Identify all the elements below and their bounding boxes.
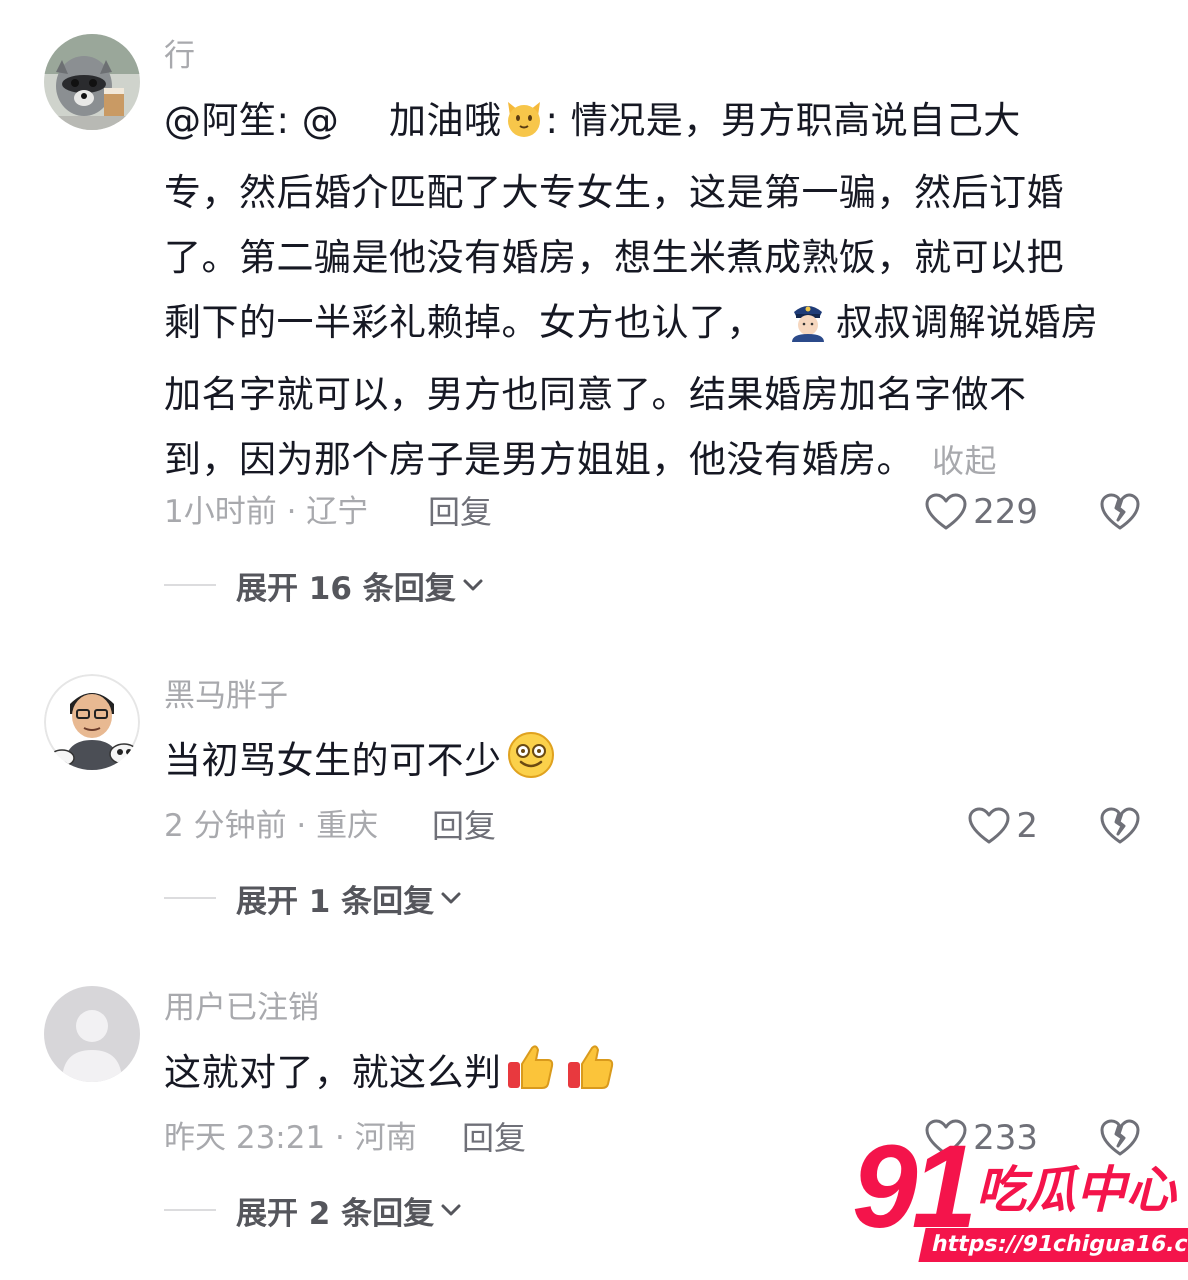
comment-text: 当初骂女生的可不少 (164, 728, 1144, 800)
expand-replies-label: 展开 2 条回复 (236, 1195, 435, 1232)
divider (164, 584, 216, 586)
reply-button[interactable]: 回复 (462, 1118, 526, 1158)
expand-replies-button[interactable]: 展开 1 条回复 (164, 878, 462, 920)
like-count: 229 (973, 492, 1038, 532)
comment-line: 剩下的一半彩礼赖掉。女方也认了， 叔叔调解说婚房 (164, 290, 1144, 362)
like-button[interactable]: 229 (918, 490, 1038, 534)
broken-heart-icon (1100, 807, 1140, 844)
expand-replies-label: 展开 16 条回复 (236, 570, 456, 607)
comment-line: 加名字就可以，男方也同意了。结果婚房加名字做不 (164, 373, 1027, 416)
reply-button[interactable]: 回复 (432, 806, 496, 846)
cat-face-icon (502, 95, 546, 160)
comment-line: 当初骂女生的可不少 (164, 728, 1144, 800)
chevron-down-icon (463, 579, 483, 591)
time-location: 1小时前 · 辽宁 (164, 494, 369, 530)
dislike-button[interactable] (1098, 804, 1142, 848)
avatar[interactable] (44, 986, 140, 1082)
username[interactable]: 用户已注销 (164, 988, 319, 1028)
heart-outline-icon (925, 493, 967, 530)
collapse-link[interactable]: 收起 (932, 442, 997, 480)
expand-replies-label: 展开 1 条回复 (236, 883, 435, 920)
watermark-name: 吃瓜中心 (976, 1161, 1176, 1219)
comment-text: 这就对了，就这么判 (164, 1040, 1144, 1112)
thumbs-up-icon (504, 1040, 556, 1112)
time-location: 2 分钟前 · 重庆 (164, 808, 379, 844)
police-officer-icon (788, 297, 828, 362)
cartoon-man-avatar-image (44, 674, 140, 770)
dizzy-smile-icon (506, 730, 556, 800)
reply-button[interactable]: 回复 (428, 492, 492, 532)
avatar[interactable] (44, 34, 140, 130)
comment-text: @阿笙: @ 加油哦: 情况是，男方职高说自己大 专，然后婚介匹配了大专女生，这… (164, 88, 1144, 494)
raccoon-avatar-image (44, 34, 140, 130)
watermark-url: https://91chigua16.com (918, 1228, 1188, 1262)
broken-heart-icon (1100, 493, 1140, 530)
like-count: 2 (1016, 806, 1038, 846)
heart-outline-icon (968, 807, 1010, 844)
divider (164, 897, 216, 899)
username[interactable]: 黑马胖子 (164, 676, 288, 716)
chevron-down-icon (441, 892, 461, 904)
expand-replies-button[interactable]: 展开 2 条回复 (164, 1190, 462, 1232)
thumbs-up-icon (564, 1040, 616, 1112)
chevron-down-icon (441, 1204, 461, 1216)
like-button[interactable]: 2 (948, 804, 1038, 848)
comment-line: 专，然后婚介匹配了大专女生，这是第一骗，然后订婚 (164, 171, 1064, 214)
username[interactable]: 行 (164, 36, 195, 76)
comment-line: @阿笙: @ 加油哦: 情况是，男方职高说自己大 (164, 88, 1144, 160)
comment-line: 这就对了，就这么判 (164, 1040, 1144, 1112)
comment-line: 了。第二骗是他没有婚房，想生米煮成熟饭，就可以把 (164, 236, 1064, 279)
dislike-button[interactable] (1098, 490, 1142, 534)
expand-replies-button[interactable]: 展开 16 条回复 (164, 565, 484, 607)
time-location: 昨天 23:21 · 河南 (164, 1120, 417, 1156)
divider (164, 1209, 216, 1211)
comment-line: 到，因为那个房子是男方姐姐，他没有婚房。 收起 (164, 438, 998, 481)
avatar[interactable] (44, 674, 140, 770)
watermark-logo: 91 吃瓜中心 https://91chigua16.com (852, 1128, 1188, 1270)
default-user-avatar-image (44, 986, 140, 1082)
